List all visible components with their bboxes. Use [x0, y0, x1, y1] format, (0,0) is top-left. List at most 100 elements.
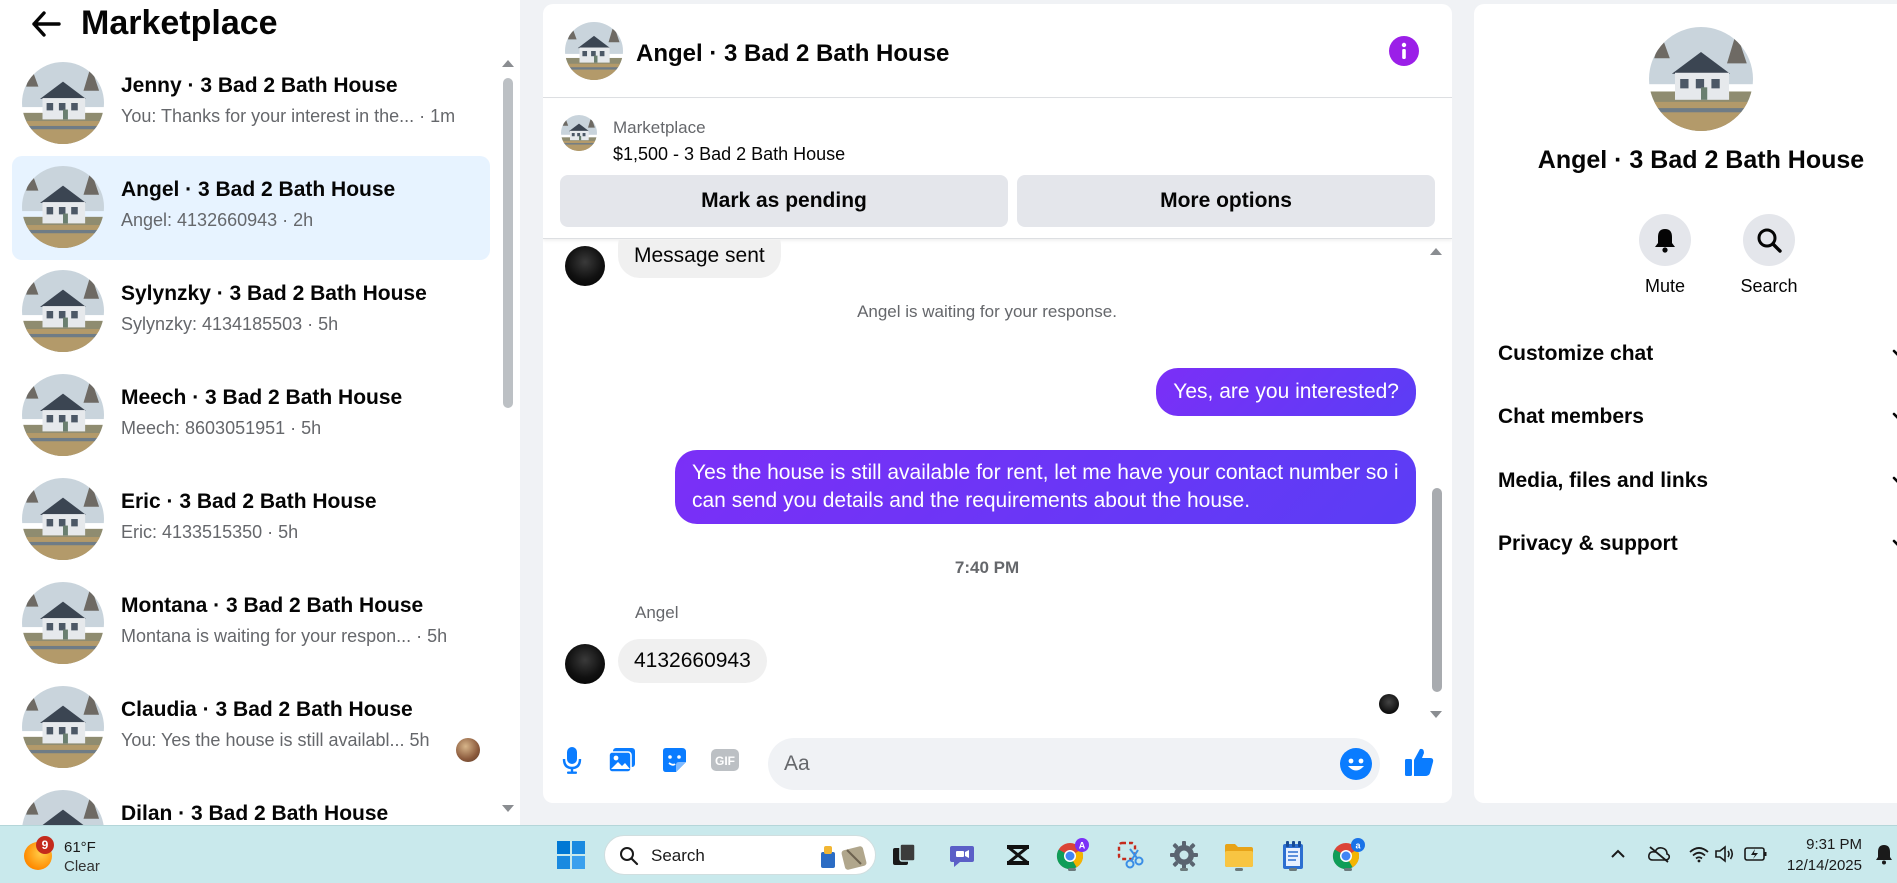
photo-icon[interactable]	[604, 742, 640, 778]
conversation-item-jenny[interactable]: Jenny · 3 Bad 2 Bath House You: Thanks f…	[12, 52, 490, 156]
info-icon[interactable]	[1389, 36, 1419, 66]
conversation-snippet: Sylynzky: 4134185503 · 5h	[121, 314, 339, 334]
section-label: Media, files and links	[1498, 469, 1709, 492]
sender-avatar[interactable]	[565, 644, 605, 684]
seen-by-avatar	[456, 738, 480, 762]
sidebar-title: Marketplace	[81, 4, 278, 42]
emoji-icon[interactable]	[1340, 748, 1372, 780]
conversation-item-dilan[interactable]: Dilan · 3 Bad 2 Bath House	[12, 780, 490, 825]
section-media-files-links[interactable]: Media, files and links	[1498, 456, 1897, 506]
onedrive-offline-icon[interactable]	[1645, 840, 1673, 868]
listing-thumbnail	[22, 62, 104, 144]
notification-bell-icon[interactable]	[1870, 840, 1897, 868]
taskbar-search-box[interactable]: Search	[604, 835, 876, 875]
chrome-profile-b-icon[interactable]: a	[1330, 837, 1366, 873]
conversation-item-sylynzky[interactable]: Sylynzky · 3 Bad 2 Bath House Sylynzky: …	[12, 260, 490, 364]
windows-start-icon[interactable]	[553, 837, 589, 873]
system-clock[interactable]: 9:31 PM 12/14/2025	[1782, 834, 1862, 876]
conversation-item-eric[interactable]: Eric · 3 Bad 2 Bath House Eric: 41335153…	[12, 468, 490, 572]
search-label: Search	[1740, 276, 1798, 296]
listing-banner: Marketplace $1,500 - 3 Bad 2 Bath House …	[543, 99, 1452, 239]
conversation-name: Angel · 3 Bad 2 Bath House	[121, 178, 396, 201]
incoming-message: Message sent	[618, 240, 781, 278]
conversation-snippet: Angel: 4132660943 · 2h	[121, 210, 314, 230]
wifi-icon[interactable]	[1685, 840, 1713, 868]
message-input-wrapper	[768, 738, 1380, 790]
listing-thumbnail[interactable]	[561, 115, 597, 151]
outgoing-message: Yes the house is still available for ren…	[675, 450, 1416, 524]
scrollbar-thumb[interactable]	[1432, 488, 1442, 692]
weather-badge: 9	[36, 836, 54, 854]
chrome-profile-a-icon[interactable]: A	[1054, 837, 1090, 873]
section-label: Privacy & support	[1498, 532, 1678, 555]
snipping-tool-icon[interactable]	[1112, 837, 1148, 873]
section-customize-chat[interactable]: Customize chat	[1498, 329, 1897, 379]
mute-label: Mute	[1644, 276, 1686, 296]
incoming-message: 4132660943	[618, 639, 767, 683]
search-icon	[1743, 214, 1795, 266]
svg-text:GIF: GIF	[715, 754, 735, 768]
show-hidden-icons-chevron-up-icon[interactable]	[1604, 840, 1632, 868]
chat-panel: Angel · 3 Bad 2 Bath House Marketplace $…	[543, 4, 1452, 803]
listing-thumbnail	[22, 790, 104, 825]
settings-gear-icon[interactable]	[1166, 837, 1202, 873]
sticker-icon[interactable]	[656, 742, 692, 778]
taskbar-search-label: Search	[651, 846, 705, 865]
chat-header: Angel · 3 Bad 2 Bath House	[543, 4, 1452, 98]
conversation-name: Jenny · 3 Bad 2 Bath House	[121, 74, 398, 97]
notepad-icon[interactable]	[1275, 837, 1311, 873]
section-label: Customize chat	[1498, 342, 1654, 365]
scrollbar-thumb[interactable]	[503, 78, 513, 408]
scroll-down-arrow-icon[interactable]	[502, 805, 514, 812]
listing-thumbnail	[22, 166, 104, 248]
conversation-item-montana[interactable]: Montana · 3 Bad 2 Bath House Montana is …	[12, 572, 490, 676]
search-in-conversation-button[interactable]: Search	[1724, 214, 1814, 297]
conversation-item-angel[interactable]: Angel · 3 Bad 2 Bath House Angel: 413266…	[12, 156, 490, 260]
message-input[interactable]	[784, 748, 1324, 780]
capcut-icon[interactable]	[1000, 837, 1036, 873]
chevron-down-icon	[1892, 412, 1897, 419]
search-icon	[620, 847, 639, 866]
gif-icon[interactable]: GIF	[707, 742, 743, 778]
conversation-name: Claudia · 3 Bad 2 Bath House	[121, 698, 413, 721]
chevron-down-icon	[1892, 349, 1897, 356]
sender-avatar[interactable]	[565, 246, 605, 286]
task-view-icon[interactable]	[886, 837, 922, 873]
thumbs-up-icon[interactable]	[1399, 742, 1439, 782]
sidebar-header: Marketplace	[0, 0, 520, 48]
mark-as-pending-button[interactable]: Mark as pending	[560, 175, 1008, 227]
profile-avatar[interactable]	[1649, 27, 1753, 131]
conversation-item-claudia[interactable]: Claudia · 3 Bad 2 Bath House You: Yes th…	[12, 676, 490, 780]
conversation-snippet: You: Yes the house is still availabl... …	[121, 730, 430, 750]
chat-avatar[interactable]	[565, 22, 623, 80]
conversation-item-meech[interactable]: Meech · 3 Bad 2 Bath House Meech: 860305…	[12, 364, 490, 468]
listing-price-title[interactable]: $1,500 - 3 Bad 2 Bath House	[613, 144, 845, 165]
file-explorer-icon[interactable]	[1221, 837, 1257, 873]
listing-source: Marketplace	[613, 118, 706, 137]
weather-temperature: 61°F	[64, 839, 96, 856]
running-indicator	[1180, 868, 1188, 871]
battery-charging-icon[interactable]	[1742, 840, 1770, 868]
microphone-icon[interactable]	[554, 742, 590, 778]
teams-chat-icon[interactable]	[944, 837, 980, 873]
more-options-button[interactable]: More options	[1017, 175, 1435, 227]
sidebar-scrollbar[interactable]	[500, 56, 514, 816]
search-highlight-icon	[821, 846, 867, 870]
conversation-snippet: You: Thanks for your interest in the... …	[121, 106, 456, 126]
running-indicator	[1235, 868, 1243, 871]
weather-widget[interactable]: 9 61°F Clear	[22, 834, 142, 876]
chat-title[interactable]: Angel · 3 Bad 2 Bath House	[636, 40, 949, 68]
listing-thumbnail	[22, 686, 104, 768]
conversation-name: Montana · 3 Bad 2 Bath House	[121, 594, 424, 617]
section-chat-members[interactable]: Chat members	[1498, 392, 1897, 442]
volume-icon[interactable]	[1711, 840, 1739, 868]
conversation-info-panel: Angel · 3 Bad 2 Bath House Mute Search C…	[1474, 4, 1897, 803]
section-privacy-support[interactable]: Privacy & support	[1498, 519, 1897, 569]
thread-scrollbar[interactable]	[1429, 242, 1443, 718]
scroll-up-arrow-icon[interactable]	[1430, 248, 1442, 255]
scroll-up-arrow-icon[interactable]	[502, 60, 514, 67]
conversation-name: Eric · 3 Bad 2 Bath House	[121, 490, 377, 513]
mute-button[interactable]: Mute	[1620, 214, 1710, 297]
scroll-down-arrow-icon[interactable]	[1430, 711, 1442, 718]
back-arrow-icon[interactable]	[28, 6, 64, 42]
